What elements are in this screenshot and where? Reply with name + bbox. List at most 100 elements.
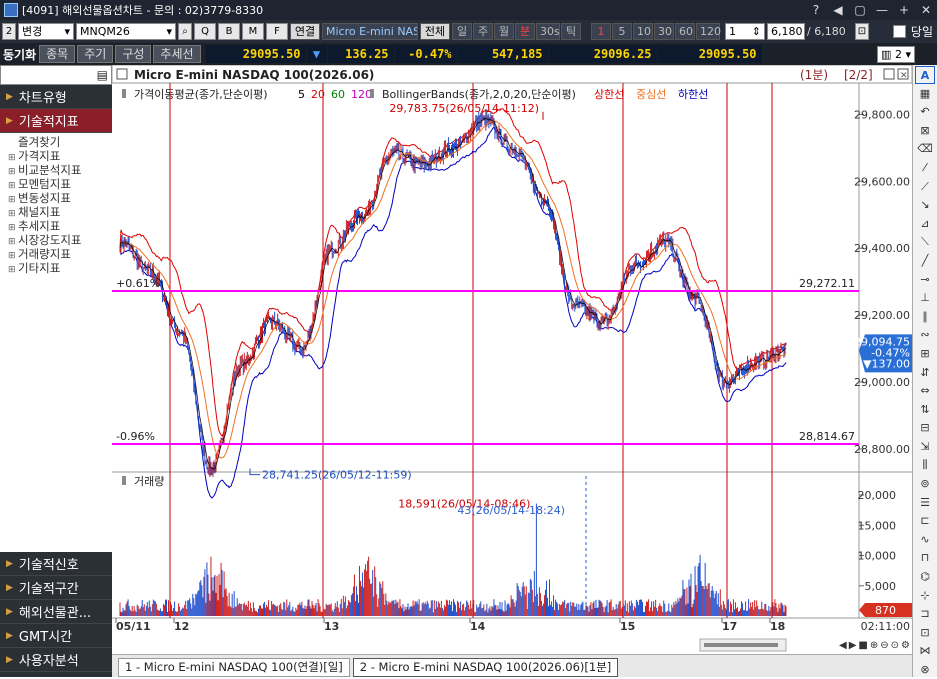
period-button-2[interactable]: 월 bbox=[494, 23, 514, 40]
draw-tool-23-icon[interactable]: ☰ bbox=[915, 494, 935, 512]
draw-tool-7-icon[interactable]: ↘ bbox=[915, 196, 935, 214]
draw-tool-18-icon[interactable]: ⇅ bbox=[915, 401, 935, 419]
sidebar-item-indicators[interactable]: ▶ 기술적지표 bbox=[0, 109, 112, 133]
flag-f-button[interactable]: F bbox=[266, 23, 288, 40]
period-button-0[interactable]: 일 bbox=[452, 23, 472, 40]
draw-tool-27-icon[interactable]: ⌬ bbox=[915, 568, 935, 586]
menu-button[interactable]: ◀ bbox=[827, 1, 849, 19]
expand-icon[interactable]: ⊞ bbox=[8, 263, 18, 277]
all-button[interactable]: 전체 bbox=[420, 23, 450, 40]
zoom-in-icon[interactable]: ⊕ bbox=[870, 640, 878, 651]
sidebar-bottom-item-3[interactable]: ▶ GMT시간 bbox=[0, 624, 112, 648]
chart-select-checkbox[interactable] bbox=[116, 68, 128, 80]
tree-item-8[interactable]: ⊞ 거래량지표 bbox=[8, 247, 112, 261]
trendline-button[interactable]: 추세선 bbox=[153, 45, 201, 63]
zoom-fit-icon[interactable]: ⊙ bbox=[891, 640, 899, 651]
help-button[interactable]: ? bbox=[805, 1, 827, 19]
draw-tool-1-icon[interactable]: ▦ bbox=[915, 85, 935, 103]
tab-minute-chart[interactable]: 2 - Micro E-mini NASDAQ 100(2026.06)[1분] bbox=[352, 658, 619, 677]
flag-q-button[interactable]: Q bbox=[194, 23, 216, 40]
zoom-search-icon[interactable]: ⊡ bbox=[855, 23, 869, 40]
draw-tool-3-icon[interactable]: ⊠ bbox=[915, 122, 935, 140]
interval-button-5[interactable]: 120 bbox=[696, 23, 721, 40]
period-button-1[interactable]: 주 bbox=[473, 23, 493, 40]
period-button[interactable]: 주기 bbox=[77, 45, 114, 63]
maximize-button[interactable]: + bbox=[893, 1, 915, 19]
draw-tool-22-icon[interactable]: ⊚ bbox=[915, 475, 935, 493]
scroll-right-icon[interactable]: ▶ bbox=[849, 640, 857, 651]
draw-tool-8-icon[interactable]: ⊿ bbox=[915, 215, 935, 233]
tree-item-2[interactable]: ⊞ 비교분석지표 bbox=[8, 163, 112, 177]
close-button[interactable]: ✕ bbox=[915, 1, 937, 19]
draw-tool-6-icon[interactable]: ⟋ bbox=[915, 178, 935, 196]
tree-item-4[interactable]: ⊞ 변동성지표 bbox=[8, 191, 112, 205]
sidebar-item-chart-type[interactable]: ▶ 차트유형 bbox=[0, 85, 112, 109]
horizontal-lines[interactable]: +0.61% 29,272.11 -0.96% 28,814.67 bbox=[112, 277, 859, 446]
draw-tool-30-icon[interactable]: ⊡ bbox=[915, 624, 935, 642]
interval-button-0[interactable]: 1 bbox=[591, 23, 611, 40]
draw-tool-17-icon[interactable]: ⇔ bbox=[915, 382, 935, 400]
link-button[interactable]: 연결 bbox=[290, 23, 320, 40]
count-stepper[interactable]: 1 ⇕ bbox=[725, 23, 765, 40]
tree-item-0[interactable]: 즐겨찾기 bbox=[8, 135, 112, 149]
draw-tool-4-icon[interactable]: ⌫ bbox=[915, 140, 935, 158]
draw-tool-21-icon[interactable]: ⫼ bbox=[915, 456, 935, 474]
sidebar-bottom-item-2[interactable]: ▶ 해외선물관... bbox=[0, 600, 112, 624]
interval-button-3[interactable]: 30 bbox=[654, 23, 674, 40]
tree-item-7[interactable]: ⊞ 시장강도지표 bbox=[8, 233, 112, 247]
tree-item-6[interactable]: ⊞ 추세지표 bbox=[8, 219, 112, 233]
draw-tool-10-icon[interactable]: ╱ bbox=[915, 252, 935, 270]
symbol-input[interactable]: MNQM26 ▾ bbox=[76, 23, 176, 40]
flag-m-button[interactable]: M bbox=[242, 23, 264, 40]
draw-tool-26-icon[interactable]: ⊓ bbox=[915, 549, 935, 567]
draw-tool-20-icon[interactable]: ⇲ bbox=[915, 438, 935, 456]
draw-tool-0-icon[interactable]: A bbox=[915, 66, 935, 84]
zoom-out-icon[interactable]: ⊖ bbox=[880, 640, 888, 651]
draw-tool-31-icon[interactable]: ⋈ bbox=[915, 642, 935, 660]
visible-count-field[interactable]: 6,180 bbox=[767, 23, 805, 40]
search-icon[interactable]: ⌕ bbox=[178, 23, 192, 40]
tree-item-9[interactable]: ⊞ 기타지표 bbox=[8, 261, 112, 275]
draw-tool-13-icon[interactable]: ∥ bbox=[915, 308, 935, 326]
draw-tool-25-icon[interactable]: ∿ bbox=[915, 531, 935, 549]
tree-item-3[interactable]: ⊞ 모멘텀지표 bbox=[8, 177, 112, 191]
restore-button[interactable]: ▢ bbox=[849, 1, 871, 19]
draw-tool-28-icon[interactable]: ⊹ bbox=[915, 587, 935, 605]
layout-select[interactable]: ▥ 2 ▾ bbox=[877, 45, 915, 63]
interval-button-4[interactable]: 60 bbox=[675, 23, 695, 40]
config-button[interactable]: 구성 bbox=[115, 45, 152, 63]
minimize-button[interactable]: — bbox=[871, 1, 893, 19]
draw-tool-11-icon[interactable]: ⊸ bbox=[915, 271, 935, 289]
draw-tool-9-icon[interactable]: ⟍ bbox=[915, 233, 935, 251]
interval-button-2[interactable]: 10 bbox=[633, 23, 653, 40]
draw-tool-12-icon[interactable]: ⊥ bbox=[915, 289, 935, 307]
draw-tool-15-icon[interactable]: ⊞ bbox=[915, 345, 935, 363]
sidebar-bottom-item-0[interactable]: ▶ 기술적신호 bbox=[0, 552, 112, 576]
draw-tool-16-icon[interactable]: ⇵ bbox=[915, 364, 935, 382]
draw-tool-32-icon[interactable]: ⊗ bbox=[915, 661, 935, 679]
maximize-pane-icon[interactable] bbox=[883, 68, 895, 80]
tree-item-5[interactable]: ⊞ 채널지표 bbox=[8, 205, 112, 219]
draw-tool-29-icon[interactable]: ⊐ bbox=[915, 605, 935, 623]
period-button-4[interactable]: 30s bbox=[536, 23, 560, 40]
item-button[interactable]: 종목 bbox=[39, 45, 76, 63]
draw-tool-2-icon[interactable]: ↶ bbox=[915, 103, 935, 121]
tree-item-1[interactable]: ⊞ 가격지표 bbox=[8, 149, 112, 163]
sidebar-bottom-item-4[interactable]: ▶ 사용자분석 bbox=[0, 648, 112, 672]
settings-icon[interactable]: ⚙ bbox=[901, 640, 910, 651]
tab-linked-daily[interactable]: 1 - Micro E-mini NASDAQ 100(연결)[일] bbox=[118, 658, 350, 677]
today-checkbox[interactable] bbox=[892, 25, 906, 38]
flag-b-button[interactable]: B bbox=[218, 23, 240, 40]
draw-tool-19-icon[interactable]: ⊟ bbox=[915, 419, 935, 437]
chart-svg[interactable]: Micro E-mini NASDAQ 100(2026.06) (1분) [2… bbox=[112, 65, 912, 677]
sidebar-bottom-item-1[interactable]: ▶ 기술적구간 bbox=[0, 576, 112, 600]
scroll-left-icon[interactable]: ◀ bbox=[839, 640, 847, 651]
interval-button-1[interactable]: 5 bbox=[612, 23, 632, 40]
draw-tool-5-icon[interactable]: ⁄ bbox=[915, 159, 935, 177]
period-button-5[interactable]: 틱 bbox=[561, 23, 581, 40]
period-button-3[interactable]: 분 bbox=[515, 23, 535, 40]
product-name-field[interactable]: Micro E-mini NAS bbox=[322, 23, 418, 40]
draw-tool-24-icon[interactable]: ⊏ bbox=[915, 512, 935, 530]
stop-icon[interactable]: ■ bbox=[858, 640, 867, 651]
sidebar-search-input[interactable]: ▤ bbox=[0, 65, 112, 85]
